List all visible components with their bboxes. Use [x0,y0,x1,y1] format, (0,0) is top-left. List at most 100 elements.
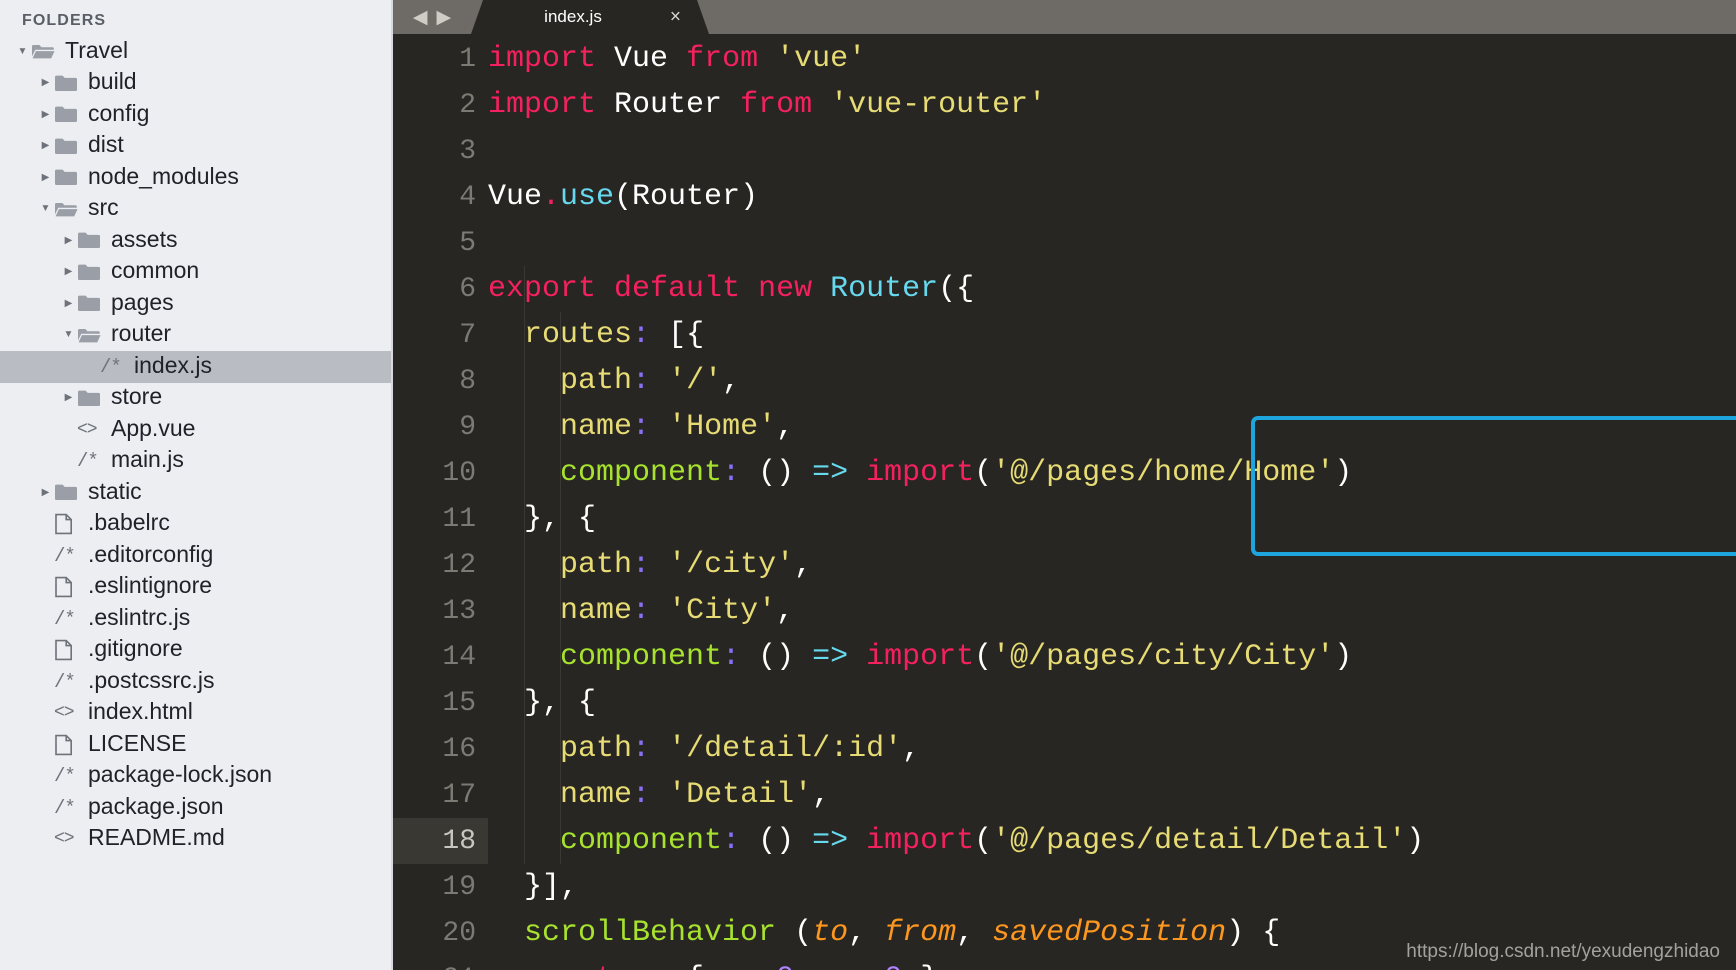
chevron-right-icon[interactable]: ▶ [60,298,77,309]
tree-item-assets[interactable]: ▶ assets [0,225,393,257]
chevron-right-icon[interactable]: ▶ [37,78,54,88]
tab-index-js[interactable]: index.js × [471,0,709,34]
tree-item-label: package.json [88,792,224,819]
code-line-15[interactable]: }, { [488,680,596,726]
close-icon[interactable]: × [670,8,681,27]
tree-item-babelrc[interactable]: ▶.babelrc [0,509,393,541]
folders-header: FOLDERS [22,12,107,29]
line-number-16: 16 [442,733,476,765]
code-line-14[interactable]: component: () => import('@/pages/city/Ci… [488,634,1352,680]
tree-item-eslintrc-js[interactable]: ▶/*.eslintrc.js [0,603,393,635]
tree-item-store[interactable]: ▶ store [0,383,393,415]
tree-item-label: README.md [88,824,225,851]
tree-item-postcssrc-js[interactable]: ▶/*.postcssrc.js [0,666,393,698]
line-number-12: 12 [442,549,476,581]
plain-file-icon [54,734,81,756]
watermark: https://blog.csdn.net/yexudengzhidao [1406,941,1720,962]
tree-item-label: .gitignore [88,635,183,662]
folder-icon [54,483,81,502]
code-line-2[interactable]: import Router from 'vue-router' [488,82,1046,128]
code-line-5[interactable] [488,220,506,266]
line-number-1: 1 [459,43,476,75]
tree-item-label: common [111,257,200,284]
nav-forward-icon[interactable]: ▶ [437,8,452,27]
folder-open-icon [77,326,104,345]
chevron-right-icon[interactable]: ▶ [60,267,77,277]
tree-item-label: pages [111,288,174,315]
tree-item-label: .postcssrc.js [88,666,215,693]
code-line-20[interactable]: scrollBehavior (to, from, savedPosition)… [488,910,1280,956]
tree-item-build[interactable]: ▶ build [0,68,393,100]
js-file-icon: /* [54,607,76,630]
tree-item-index-html[interactable]: ▶<>index.html [0,698,393,730]
line-number-18: 18 [393,818,488,864]
line-number-8: 8 [459,365,476,397]
tree-item-label: index.html [88,698,193,725]
code-line-19[interactable]: }], [488,864,578,910]
code-line-13[interactable]: name: 'City', [488,588,794,634]
code-line-9[interactable]: name: 'Home', [488,404,794,450]
tree-item-travel[interactable]: ▼ Travel [0,36,393,68]
code-line-8[interactable]: path: '/', [488,358,740,404]
tree-item-label: App.vue [111,414,196,441]
tree-item-editorconfig[interactable]: ▶/*.editorconfig [0,540,393,572]
tree-item-label: assets [111,225,178,252]
tree-item-license[interactable]: ▶LICENSE [0,729,393,761]
chevron-down-icon[interactable]: ▼ [37,204,54,214]
folder-icon [77,263,104,282]
code-line-11[interactable]: }, { [488,496,596,542]
tree-item-router[interactable]: ▼ router [0,320,393,352]
tree-item-label: .babelrc [88,509,170,536]
tree-item-index-js[interactable]: ▶/*index.js [0,351,393,383]
chevron-right-icon[interactable]: ▶ [37,487,54,498]
chevron-right-icon[interactable]: ▶ [37,172,54,183]
code-viewport[interactable]: 123456789101112131415161718192021 import… [393,34,1736,970]
tree-item-gitignore[interactable]: ▶.gitignore [0,635,393,667]
code-line-4[interactable]: Vue. use (Router) [488,174,758,220]
code-line-18[interactable]: component: () => import('@/pages/detail/… [488,818,1424,864]
tree-item-node-modules[interactable]: ▶ node_modules [0,162,393,194]
chevron-down-icon[interactable]: ▼ [14,46,31,57]
chevron-right-icon[interactable]: ▶ [37,109,54,120]
chevron-right-icon[interactable]: ▶ [60,235,77,246]
tree-item-src[interactable]: ▼ src [0,194,393,226]
js-file-icon: /* [77,450,99,473]
nav-back-icon[interactable]: ◀ [413,8,428,27]
code-line-7[interactable]: routes: [{ [488,312,704,358]
folder-icon [54,74,81,93]
tree-item-eslintignore[interactable]: ▶.eslintignore [0,572,393,604]
line-number-11: 11 [442,503,476,535]
code-line-17[interactable]: name: 'Detail', [488,772,830,818]
line-number-4: 4 [459,181,476,213]
code-line-6[interactable]: export default new Router({ [488,266,974,312]
code-line-21[interactable]: return { x: 0, y: 0 } [488,956,938,970]
folder-icon [54,105,81,124]
code-line-10[interactable]: component: () => import('@/pages/home/Ho… [488,450,1352,496]
tree-item-package-json[interactable]: ▶/*package.json [0,792,393,824]
code-line-3[interactable] [488,128,506,174]
tree-item-label: build [88,68,137,95]
tree-item-dist[interactable]: ▶ dist [0,131,393,163]
tree-item-readme-md[interactable]: ▶<>README.md [0,824,393,856]
code-line-16[interactable]: path: '/detail/:id', [488,726,920,772]
tab-nav-arrows[interactable]: ◀ ▶ [393,0,471,34]
tree-item-static[interactable]: ▶ static [0,477,393,509]
tree-item-package-lock-json[interactable]: ▶/*package-lock.json [0,761,393,793]
plain-file-icon [54,576,81,598]
chevron-right-icon[interactable]: ▶ [60,393,77,403]
line-number-7: 7 [459,319,476,351]
chevron-right-icon[interactable]: ▶ [37,141,54,151]
tree-item-app-vue[interactable]: ▶<>App.vue [0,414,393,446]
file-tree[interactable]: ▼ Travel ▶ build ▶ config ▶ dist ▶ node_modules ▼ s… [0,36,393,855]
code-line-12[interactable]: path: '/city', [488,542,812,588]
tree-item-common[interactable]: ▶ common [0,257,393,289]
code-editor: ◀ ▶ index.js × 1 2 3 4 5 6 7 8 9 10 11 12 13 14 15 16 17… [393,0,1736,970]
tree-item-config[interactable]: ▶ config [0,99,393,131]
chevron-down-icon[interactable]: ▼ [60,330,77,340]
tree-item-label: src [88,194,119,221]
tree-item-main-js[interactable]: ▶/*main.js [0,446,393,478]
tree-item-label: node_modules [88,162,239,189]
code-line-1[interactable]: import Vue from 'vue' [488,36,866,82]
tree-item-pages[interactable]: ▶ pages [0,288,393,320]
js-file-icon: /* [54,765,76,788]
